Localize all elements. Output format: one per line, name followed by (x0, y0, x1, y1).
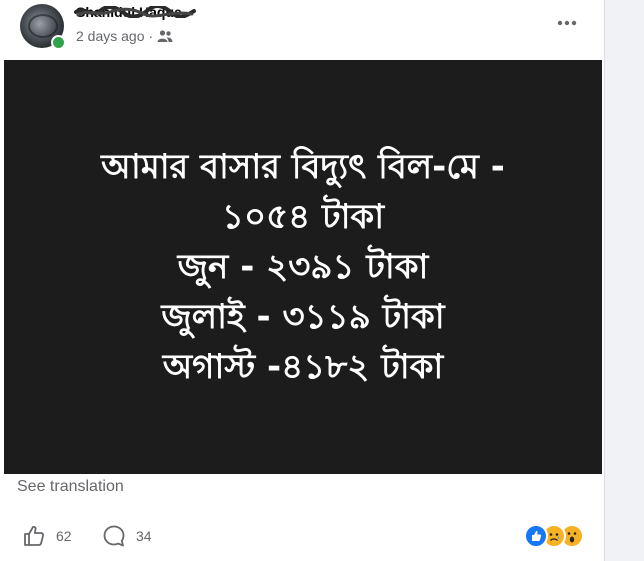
page: Shahidul Haque 2 days ago · আমার বাসার ব… (0, 0, 644, 561)
post-meta: 2 days ago · (76, 28, 173, 44)
see-translation-link[interactable]: See translation (17, 478, 124, 496)
post-card: Shahidul Haque 2 days ago · আমার বাসার ব… (0, 0, 605, 561)
image-text-line: আমার বাসার বিদ্যুৎ বিল-মে - (101, 147, 505, 187)
more-options-icon (557, 20, 577, 26)
post-image[interactable]: আমার বাসার বিদ্যুৎ বিল-মে - ১০৫৪ টাকা জু… (4, 60, 602, 474)
feed-background (604, 0, 644, 561)
friends-icon[interactable] (157, 29, 173, 43)
image-text-line: জুলাই - ৩১১৯ টাকা (161, 297, 445, 337)
like-count: 62 (56, 528, 72, 544)
more-options-button[interactable] (552, 10, 582, 36)
post-timestamp[interactable]: 2 days ago (76, 28, 145, 44)
reactions-summary[interactable] (524, 524, 584, 548)
image-text-line: অগাস্ট -৪১৮২ টাকা (162, 347, 444, 387)
avatar-image (28, 14, 58, 38)
image-text-line: ১০৫৪ টাকা (221, 197, 385, 237)
thumbs-up-icon (24, 525, 45, 546)
like-reaction-icon (524, 524, 548, 548)
meta-separator: · (148, 28, 154, 44)
redaction-scribble (74, 6, 196, 18)
comment-icon (103, 525, 125, 547)
online-status-dot (51, 35, 66, 50)
image-text-line: জুন - ২৩৯১ টাকা (177, 247, 429, 287)
comment-button[interactable]: 34 (102, 524, 152, 548)
like-button[interactable]: 62 (22, 524, 72, 548)
comment-count: 34 (136, 528, 152, 544)
